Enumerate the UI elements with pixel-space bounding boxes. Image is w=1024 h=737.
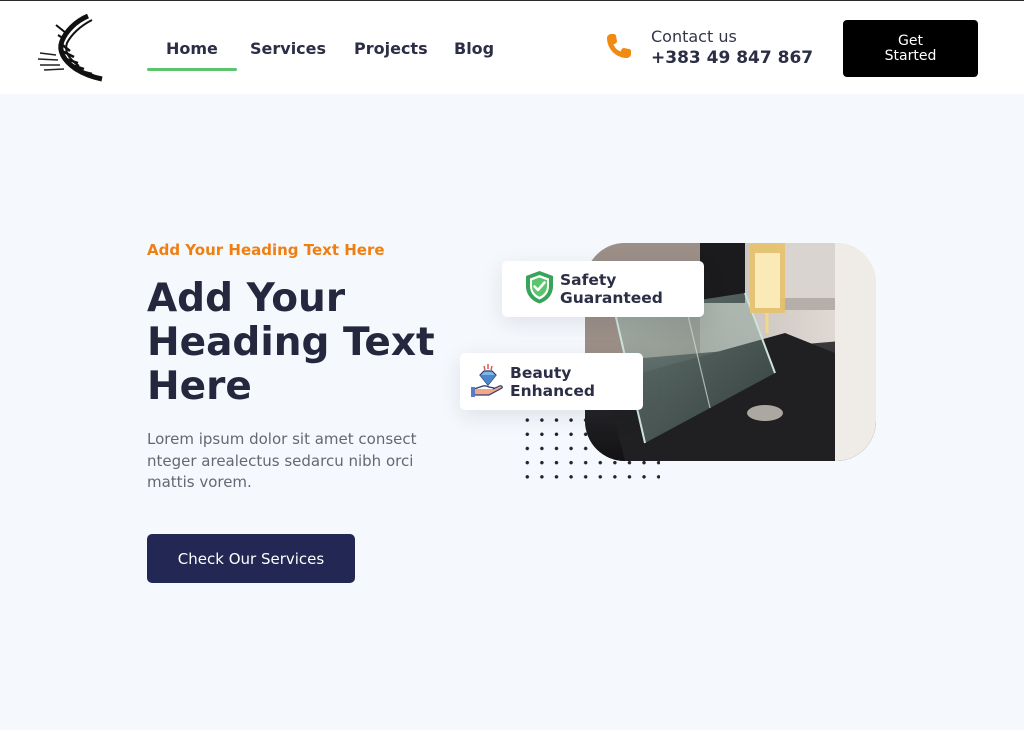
beauty-badge-label: Beauty Enhanced: [510, 364, 595, 400]
hero-title: Add Your Heading Text Here: [147, 276, 435, 409]
safety-badge-label: Safety Guaranteed: [560, 271, 663, 307]
nav-item-blog[interactable]: Blog: [454, 39, 494, 58]
phone-icon: [607, 34, 631, 58]
hero-lead-text: Lorem ipsum dolor sit amet consect ntege…: [147, 430, 417, 491]
diamond-hand-icon: [471, 364, 503, 397]
contact-label: Contact us: [651, 27, 737, 46]
safety-badge-card: Safety Guaranteed: [502, 261, 704, 317]
beauty-badge-card: Beauty Enhanced: [460, 353, 643, 410]
nav-item-home[interactable]: Home: [147, 39, 237, 71]
get-started-button[interactable]: Get Started: [843, 20, 978, 77]
contact-phone-number[interactable]: +383 49 847 867: [651, 48, 813, 68]
site-header: Home Services Projects Blog Contact us +…: [0, 1, 1024, 94]
check-services-button[interactable]: Check Our Services: [147, 534, 355, 583]
contact-block: Contact us +383 49 847 867: [604, 27, 824, 75]
shield-check-icon: [526, 271, 553, 304]
hero-eyebrow: Add Your Heading Text Here: [147, 241, 385, 259]
nav-item-services[interactable]: Services: [250, 39, 326, 58]
nav-item-projects[interactable]: Projects: [354, 39, 428, 58]
bottom-strip: [0, 730, 1024, 737]
staircase-logo-icon[interactable]: [36, 13, 106, 83]
